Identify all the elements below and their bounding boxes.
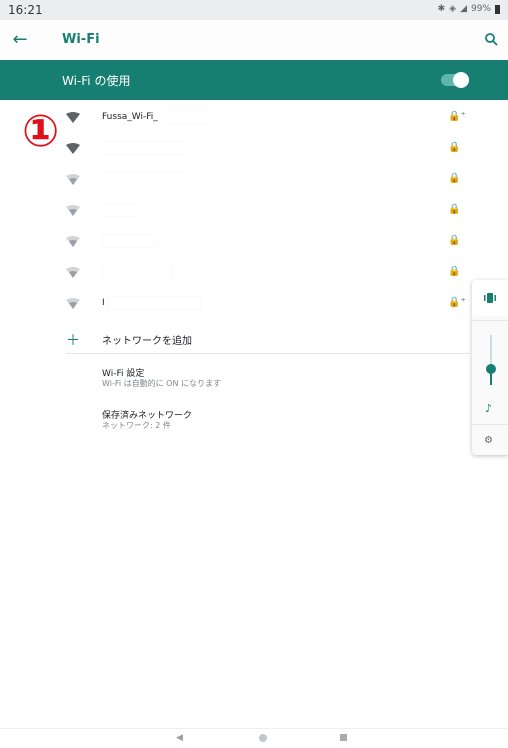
lock-icon: 🔒 — [448, 173, 461, 184]
bluetooth-icon: ✱ — [437, 4, 446, 14]
back-triangle-icon[interactable]: ◀ — [176, 733, 183, 743]
lock-icon: 🔒 — [448, 142, 461, 153]
navigation-bar: ◀ — [0, 728, 508, 748]
status-bar: 16:21 ✱ ◈ ◢ 99% — [0, 0, 508, 20]
wifi-signal-icon — [66, 112, 80, 123]
network-list: Fussa_Wi-Fi_ 🔒⁺ 🔒 🔒 🔒 🔒 🔒 I 🔒⁺ — [0, 103, 470, 320]
search-button[interactable] — [480, 28, 504, 52]
arrow-back-icon: ← — [12, 29, 28, 50]
divider — [472, 320, 508, 321]
divider — [472, 424, 508, 425]
status-icons: ✱ ◈ ◢ 99% — [438, 4, 500, 14]
network-row[interactable]: I 🔒⁺ — [0, 289, 470, 320]
volume-slider-thumb[interactable] — [486, 364, 496, 374]
network-row[interactable]: 🔒 — [0, 196, 470, 227]
annotation-marker: ① — [22, 106, 60, 157]
wifi-signal-icon — [66, 143, 80, 154]
wifi-signal-icon — [66, 205, 80, 216]
setting-subtitle: ネットワーク: 2 件 — [102, 421, 171, 430]
home-circle-icon[interactable] — [259, 734, 267, 742]
switch-knob — [453, 72, 469, 88]
recents-square-icon[interactable] — [340, 734, 347, 741]
vibrate-icon: ◈ — [449, 4, 457, 14]
ringer-mode-button[interactable] — [472, 280, 508, 316]
saved-networks-item[interactable]: 保存済みネットワーク ネットワーク: 2 件 — [0, 408, 470, 442]
network-row[interactable]: 🔒 — [0, 227, 470, 258]
battery-icon — [495, 4, 500, 14]
setting-subtitle: Wi-Fi は自動的に ON になります — [102, 379, 221, 388]
redaction-box — [102, 266, 172, 278]
network-row[interactable]: Fussa_Wi-Fi_ 🔒⁺ — [0, 103, 470, 134]
lock-icon: 🔒 — [448, 235, 461, 246]
battery-percent: 99% — [470, 4, 491, 14]
redaction-box — [102, 142, 186, 154]
search-icon — [485, 33, 498, 46]
volume-panel: ♪ ⚙ — [472, 280, 508, 455]
network-row[interactable]: 🔒 — [0, 258, 470, 289]
lock-icon: 🔒 — [448, 266, 461, 277]
redaction-box — [166, 111, 210, 123]
wifi-signal-icon — [66, 236, 80, 247]
wifi-signal-icon — [66, 267, 80, 278]
wifi-master-toggle-row[interactable]: Wi-Fi の使用 — [0, 60, 508, 100]
settings-icon[interactable]: ⚙ — [484, 435, 493, 446]
wifi-signal-icon — [66, 174, 80, 185]
back-button[interactable]: ← — [8, 28, 32, 52]
wifi-toggle-label: Wi-Fi の使用 — [62, 74, 131, 88]
lock-icon: 🔒 — [448, 204, 461, 215]
lock-plus-icon: 🔒⁺ — [448, 111, 466, 122]
add-network-label: ネットワークを追加 — [102, 336, 192, 347]
wifi-preferences-item[interactable]: Wi-Fi 設定 Wi-Fi は自動的に ON になります — [0, 366, 470, 400]
plus-icon: ＋ — [66, 333, 80, 349]
network-row[interactable]: 🔒 — [0, 165, 470, 196]
wifi-switch[interactable] — [441, 72, 469, 88]
app-bar: ← Wi-Fi — [0, 20, 508, 61]
add-network-button[interactable]: ＋ ネットワークを追加 — [0, 326, 470, 354]
network-name: I — [102, 298, 105, 308]
redaction-box — [108, 297, 200, 309]
network-row[interactable]: 🔒 — [0, 134, 470, 165]
vibrate-icon — [484, 293, 496, 303]
redaction-box — [102, 235, 158, 247]
network-name: Fussa_Wi-Fi_ — [102, 112, 158, 122]
page-title: Wi-Fi — [62, 32, 100, 47]
status-time: 16:21 — [8, 3, 43, 17]
music-note-icon[interactable]: ♪ — [485, 402, 492, 415]
wifi-signal-icon — [66, 298, 80, 309]
signal-icon: ◢ — [460, 4, 467, 14]
divider — [66, 353, 470, 354]
redaction-box — [102, 173, 186, 185]
lock-plus-icon: 🔒⁺ — [448, 297, 466, 308]
redaction-box — [102, 204, 138, 216]
